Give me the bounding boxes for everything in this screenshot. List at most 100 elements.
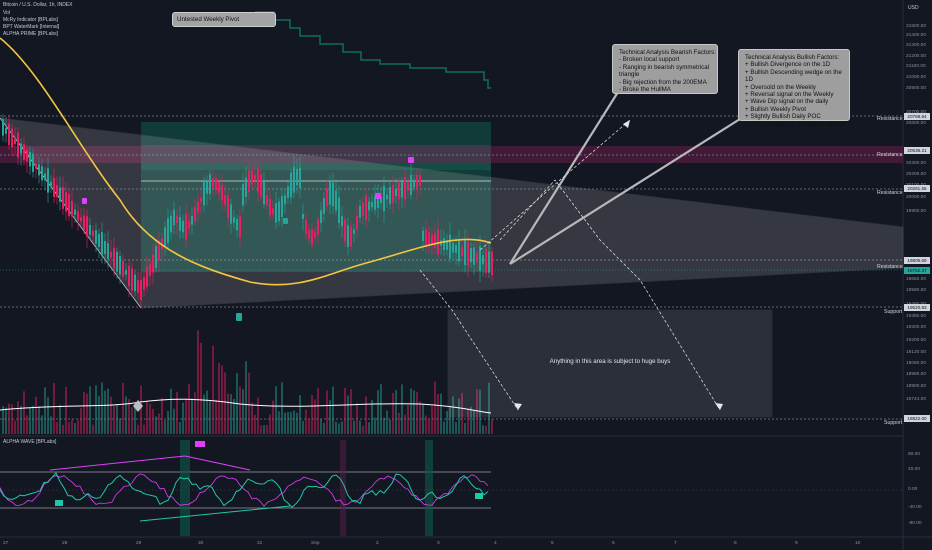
candle-body xyxy=(266,195,268,206)
resistance-label: Resistance xyxy=(877,116,903,122)
resistance-label: Resistance xyxy=(877,264,903,270)
volume-bar xyxy=(311,395,313,434)
candle-body xyxy=(65,191,67,212)
candle-body xyxy=(167,218,169,244)
candle-body xyxy=(263,181,265,205)
volume-bar xyxy=(416,391,418,434)
volume-bar xyxy=(257,397,259,434)
candle-body xyxy=(281,196,283,217)
volume-bar xyxy=(23,391,25,434)
volume-bar xyxy=(482,425,484,434)
osc-tick: -40.00 xyxy=(908,505,922,510)
candle-body xyxy=(62,187,64,209)
volume-bar xyxy=(242,389,244,434)
price-tag: 19520.83 xyxy=(904,304,930,311)
candle-body xyxy=(362,202,364,216)
price-tick: 20900.00 xyxy=(906,86,927,91)
volume-bar xyxy=(101,382,103,434)
candle-body xyxy=(89,224,91,235)
volume-bar xyxy=(74,423,76,434)
pivot-note[interactable]: Untested Weekly Pivot xyxy=(172,12,276,27)
volume-bar xyxy=(302,420,304,434)
candle-body xyxy=(29,152,31,167)
volume-bar xyxy=(56,421,58,434)
price-tick: 21200.00 xyxy=(906,54,927,59)
price-tag: 20768.64 xyxy=(904,113,930,120)
time-tick: 6 xyxy=(612,541,615,546)
candle-body xyxy=(80,217,82,222)
candle-body xyxy=(83,215,85,231)
candle-body xyxy=(272,208,274,215)
candle-body xyxy=(101,232,103,257)
price-tick: 19580.00 xyxy=(906,288,927,293)
time-tick: 8 xyxy=(734,541,737,546)
volume-bar xyxy=(113,406,115,434)
price-tick: 20000.00 xyxy=(906,195,927,200)
bearish-factors-note[interactable]: Technical Analysis Bearish Factors: - Bro… xyxy=(612,44,718,94)
bullish-line: + TSV coming into Trendline support xyxy=(745,120,846,128)
volume-bar xyxy=(143,424,145,434)
candle-body xyxy=(356,215,358,230)
candle-body xyxy=(419,175,421,186)
bullish-line: + Slightly Bullish Daily POC xyxy=(745,113,821,121)
volume-bar xyxy=(392,392,394,434)
candle-body xyxy=(194,206,196,222)
volume-bar xyxy=(386,410,388,434)
price-tag: 19752.37 xyxy=(904,267,930,274)
volume-bar xyxy=(314,399,316,434)
volume-bar xyxy=(32,405,34,434)
price-tick: 19900.00 xyxy=(906,209,927,214)
candle-body xyxy=(200,197,202,202)
volume-bar xyxy=(119,418,121,434)
volume-bar xyxy=(284,412,286,434)
candle-body xyxy=(191,215,193,225)
volume-bar xyxy=(89,386,91,434)
volume-bar xyxy=(50,416,52,434)
volume-bar xyxy=(287,411,289,434)
bearish-line: - Broken local support xyxy=(619,56,680,64)
bearish-line: - Big rejection from the 200EMA xyxy=(619,78,707,86)
candle-body xyxy=(284,195,286,205)
volume-bar xyxy=(221,365,223,434)
candle-body xyxy=(155,246,157,268)
time-tick: 2 xyxy=(376,541,379,546)
time-tick: Sep xyxy=(311,541,320,546)
osc-tick: 80.00 xyxy=(908,452,921,457)
candle-body xyxy=(5,128,7,134)
volume-bar xyxy=(188,383,190,434)
candle-body xyxy=(404,176,406,200)
candle-body xyxy=(368,201,370,211)
bullish-factors-note[interactable]: Technical Analysis Bullish Factors: + Bul… xyxy=(738,49,850,128)
volume-bar xyxy=(20,405,22,434)
candle-body xyxy=(446,240,448,250)
price-tick: 21300.00 xyxy=(906,43,927,48)
volume-bar xyxy=(68,422,70,434)
volume-bar xyxy=(227,393,229,434)
volume-bar xyxy=(395,390,397,434)
price-tick: 21400.00 xyxy=(906,33,927,38)
bear-signal-marker xyxy=(408,157,414,163)
candle-body xyxy=(338,197,340,224)
candle-body xyxy=(41,166,43,181)
candle-body xyxy=(95,230,97,244)
volume-bar xyxy=(353,420,355,434)
volume-bar xyxy=(317,388,319,434)
price-tick: 18744.00 xyxy=(906,397,927,402)
price-tag: 20281.55 xyxy=(904,185,930,192)
candle-body xyxy=(203,181,205,206)
oscillator-title[interactable]: ALPHA WAVE [BPLabs] xyxy=(3,439,56,445)
volume-bar xyxy=(248,372,250,434)
volume-bar xyxy=(206,390,208,434)
volume-bar xyxy=(419,401,421,434)
volume-bar xyxy=(14,420,16,434)
candle-body xyxy=(185,214,187,240)
volume-bar xyxy=(176,392,178,434)
candle-body xyxy=(425,229,427,245)
candle-body xyxy=(413,179,415,188)
time-tick: 31 xyxy=(257,541,263,546)
volume-bar xyxy=(326,390,328,434)
bearish-line: Technical Analysis Bearish Factors: xyxy=(619,49,716,56)
chart-window[interactable]: Bitcoin / U.S. Dollar, 1h, INDEX Vol McR… xyxy=(0,0,932,550)
volume-bar xyxy=(158,413,160,434)
candle-body xyxy=(416,174,418,190)
